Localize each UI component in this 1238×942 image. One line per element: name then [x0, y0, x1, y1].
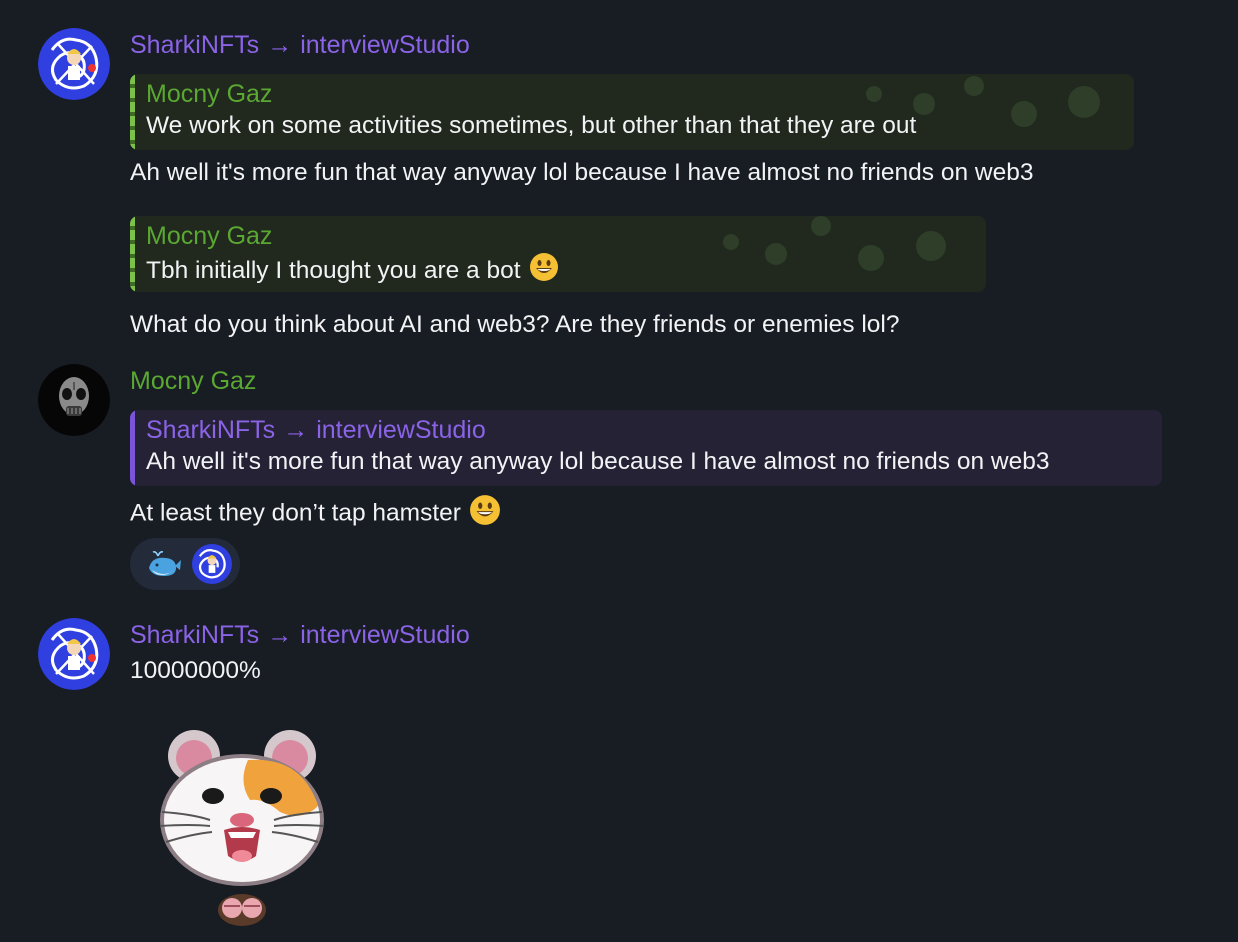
- sender-name[interactable]: Mocny Gaz: [130, 366, 256, 396]
- grinning-face-icon: [529, 252, 559, 291]
- sender-name[interactable]: SharkiNFTs → interviewStudio: [130, 30, 470, 60]
- quote-text: We work on some activities sometimes, bu…: [146, 112, 917, 139]
- reply-quote[interactable]: Mocny Gaz We work on some activities som…: [130, 74, 1134, 150]
- avatar-image: [38, 618, 110, 690]
- message-text: What do you think about AI and web3? Are…: [130, 311, 900, 338]
- quote-text: Ah well it's more fun that way anyway lo…: [146, 448, 1050, 475]
- sender-from: SharkiNFTs: [130, 31, 260, 59]
- grinning-face-icon: [469, 494, 501, 534]
- sender-from: SharkiNFTs: [130, 621, 260, 649]
- sender-to: interviewStudio: [300, 31, 470, 59]
- quote-author: Mocny Gaz: [146, 80, 273, 108]
- message-text-line: At least they don’t tap hamster: [130, 494, 501, 534]
- reply-quote[interactable]: Mocny Gaz Tbh initially I thought you ar…: [130, 216, 986, 292]
- quote-from: SharkiNFTs: [146, 416, 276, 444]
- arrow: →: [267, 621, 293, 649]
- avatar-image: [38, 28, 110, 100]
- avatar-mocny-gaz[interactable]: [38, 364, 110, 436]
- message-text: Ah well it's more fun that way anyway lo…: [130, 159, 1034, 186]
- quote-to: interviewStudio: [316, 416, 486, 444]
- arrow: →: [283, 416, 309, 444]
- whale-icon: [149, 551, 181, 576]
- reaction-pill[interactable]: [130, 538, 240, 590]
- quote-bar: [130, 216, 135, 292]
- reaction-avatar-icon: [192, 544, 232, 584]
- avatar-sharkinfts[interactable]: [38, 618, 110, 690]
- quote-bar: [130, 410, 135, 486]
- quote-text-line: Tbh initially I thought you are a bot: [146, 252, 972, 291]
- arrow: →: [267, 31, 293, 59]
- quote-text: Tbh initially I thought you are a bot: [146, 256, 521, 284]
- quote-author: SharkiNFTs → interviewStudio: [146, 414, 1148, 446]
- hamster-sticker[interactable]: [152, 720, 332, 932]
- message-text: At least they don’t tap hamster: [130, 499, 461, 527]
- reply-quote[interactable]: SharkiNFTs → interviewStudio Ah well it's …: [130, 410, 1162, 486]
- avatar-image: [38, 364, 110, 436]
- message-text: 10000000%: [130, 657, 261, 684]
- sender-to: interviewStudio: [300, 621, 470, 649]
- quote-author: Mocny Gaz: [146, 222, 273, 250]
- quote-bar: [130, 74, 135, 150]
- sender-name[interactable]: SharkiNFTs → interviewStudio: [130, 620, 470, 650]
- avatar-sharkinfts[interactable]: [38, 28, 110, 100]
